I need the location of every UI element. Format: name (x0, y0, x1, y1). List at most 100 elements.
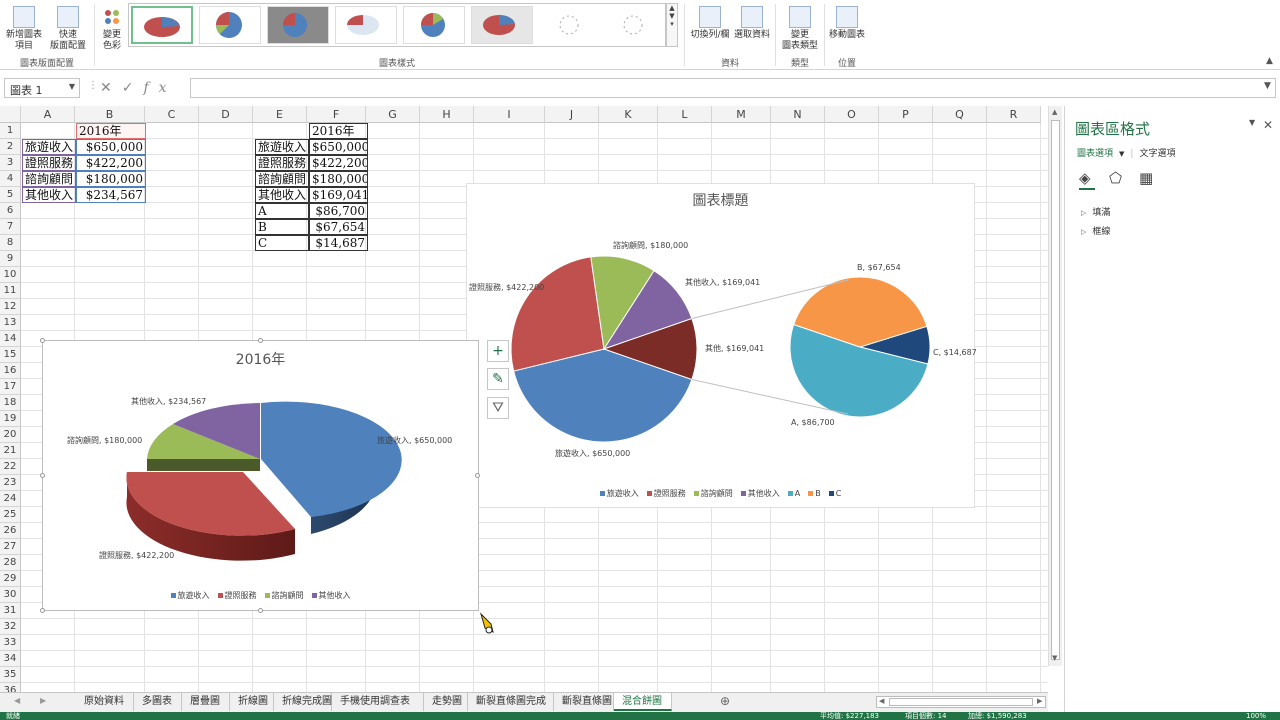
column-header[interactable]: B (75, 106, 145, 123)
row-header[interactable]: 24 (0, 491, 21, 507)
size-properties-icon[interactable]: ▦ (1139, 169, 1157, 187)
column-header[interactable]: E (253, 106, 307, 123)
insert-function-icon[interactable]: fx (143, 80, 176, 96)
collapse-ribbon-icon[interactable]: ▲ (1266, 56, 1273, 66)
resize-handle[interactable] (40, 473, 45, 478)
row-header[interactable]: 33 (0, 635, 21, 651)
resize-handle[interactable] (40, 608, 45, 613)
vertical-scroll-thumb[interactable] (1051, 120, 1060, 660)
sheet-tab[interactable]: 折線完成圖 (274, 693, 332, 711)
row-header[interactable]: 35 (0, 667, 21, 683)
table2-label[interactable]: C (255, 235, 309, 251)
gallery-more-icon[interactable]: ▾ (667, 20, 677, 28)
close-icon[interactable]: ✕ (1263, 118, 1273, 132)
table1-value[interactable]: $422,200 (76, 155, 146, 171)
row-header[interactable]: 5 (0, 187, 21, 203)
name-box[interactable]: 圖表 1 ▼ (4, 78, 80, 98)
table1-label[interactable]: 諮詢顧問 (22, 171, 76, 187)
row-header[interactable]: 29 (0, 571, 21, 587)
column-header[interactable]: D (199, 106, 253, 123)
scroll-left-icon[interactable]: ◀ (879, 697, 884, 705)
sheet-tab[interactable]: 斷裂直條圖完成 (468, 693, 554, 711)
table2-value[interactable]: $86,700 (309, 203, 368, 219)
row-header[interactable]: 3 (0, 155, 21, 171)
sheet-tab[interactable]: 斷裂直條圖 (554, 693, 614, 711)
tab-text-options[interactable]: 文字選項 (1139, 149, 1175, 159)
table1-header[interactable]: 2016年 (76, 123, 146, 139)
data-label-travel[interactable]: 旅遊收入, $650,000 (377, 435, 452, 446)
data-label-a[interactable]: A, $86,700 (791, 418, 835, 427)
chart-style-4[interactable] (335, 6, 397, 44)
legend-entry[interactable]: B (808, 489, 821, 498)
row-header[interactable]: 4 (0, 171, 21, 187)
tab-scroll-right-icon[interactable]: ▶ (40, 696, 46, 705)
expand-formula-bar-icon[interactable]: ▼ (1264, 81, 1271, 91)
row-header[interactable]: 32 (0, 619, 21, 635)
legend-entry[interactable]: 諮詢顧問 (693, 488, 733, 499)
effects-icon[interactable]: ⬠ (1109, 169, 1127, 187)
table2-value[interactable]: $180,000 (309, 171, 368, 187)
chart-legend[interactable]: 旅遊收入 證照服務 諮詢顧問 其他收入 (43, 590, 478, 601)
row-header[interactable]: 2 (0, 139, 21, 155)
column-header[interactable]: H (420, 106, 474, 123)
gallery-down-icon[interactable]: ▼ (667, 12, 677, 20)
row-header[interactable]: 31 (0, 603, 21, 619)
chevron-down-icon[interactable]: ▼ (1119, 150, 1124, 158)
chart-filters-button[interactable]: ⛛ (487, 397, 509, 419)
chart-style-2[interactable] (199, 6, 261, 44)
chart-elements-button[interactable]: + (487, 340, 509, 362)
sheet-tab[interactable]: 混合餅圖 (614, 693, 672, 711)
legend-entry[interactable]: 證照服務 (646, 488, 686, 499)
scroll-right-icon[interactable]: ▶ (1037, 697, 1042, 705)
data-label-b[interactable]: B, $67,654 (857, 263, 901, 272)
sheet-tab[interactable]: 手機使用調查表 (332, 693, 424, 711)
resize-handle[interactable] (258, 608, 263, 613)
select-all-corner[interactable] (0, 106, 21, 123)
table2-label[interactable]: B (255, 219, 309, 235)
gallery-up-icon[interactable]: ▲ (667, 4, 677, 12)
resize-handle[interactable] (40, 338, 45, 343)
legend-entry[interactable]: 其他收入 (740, 488, 780, 499)
table2-value[interactable]: $169,041 (309, 187, 368, 203)
switch-row-column-button[interactable]: 切換列/欄 (688, 4, 732, 41)
column-header[interactable]: O (825, 106, 879, 123)
chart-style-7[interactable] (539, 6, 601, 44)
legend-entry[interactable]: 旅遊收入 (599, 488, 639, 499)
table2-value[interactable]: $422,200 (309, 155, 368, 171)
row-header[interactable]: 20 (0, 427, 21, 443)
table1-label[interactable]: 證照服務 (22, 155, 76, 171)
sheet-tab[interactable]: 層疊圖 (182, 693, 230, 711)
chart-styles-button[interactable]: ✎ (487, 368, 509, 390)
legend-entry[interactable]: 其他收入 (311, 590, 351, 601)
pie-of-pie-chart[interactable]: 圖表標題 諮詢顧問, $180,000 證照服務, $422,200 其他收入,… (466, 183, 977, 508)
data-label-other-income[interactable]: 其他收入, $169,041 (685, 277, 760, 288)
row-header[interactable]: 34 (0, 651, 21, 667)
fill-section[interactable]: ▷ 填滿 (1081, 205, 1110, 218)
formula-input[interactable] (190, 78, 1276, 98)
data-label-certification[interactable]: 證照服務, $422,200 (469, 282, 544, 293)
row-header[interactable]: 14 (0, 331, 21, 347)
data-label-certification[interactable]: 證照服務, $422,200 (99, 550, 174, 561)
table1-label[interactable]: 旅遊收入 (22, 139, 76, 155)
row-header[interactable]: 1 (0, 123, 21, 139)
row-header[interactable]: 36 (0, 683, 21, 692)
chart-style-5[interactable] (403, 6, 465, 44)
table2-value[interactable]: $67,654 (309, 219, 368, 235)
pie-of-pie-plot[interactable] (467, 184, 976, 484)
data-label-other[interactable]: 其他, $169,041 (705, 343, 764, 354)
column-header[interactable]: F (307, 106, 366, 123)
move-chart-button[interactable]: 移動圖表 (826, 4, 868, 41)
column-header[interactable]: P (879, 106, 933, 123)
chart-style-3[interactable] (267, 6, 329, 44)
table2-label[interactable]: 其他收入 (255, 187, 309, 203)
chart-styles-gallery[interactable] (128, 3, 666, 47)
row-header[interactable]: 17 (0, 379, 21, 395)
row-header[interactable]: 12 (0, 299, 21, 315)
data-label-consulting[interactable]: 諮詢顧問, $180,000 (67, 435, 142, 446)
row-header[interactable]: 26 (0, 523, 21, 539)
table1-value[interactable]: $650,000 (76, 139, 146, 155)
enter-icon[interactable]: ✓ (122, 80, 144, 96)
row-header[interactable]: 22 (0, 459, 21, 475)
quick-layout-button[interactable]: 快速 版面配置 (46, 4, 90, 52)
data-label-other-income[interactable]: 其他收入, $234,567 (131, 396, 206, 407)
